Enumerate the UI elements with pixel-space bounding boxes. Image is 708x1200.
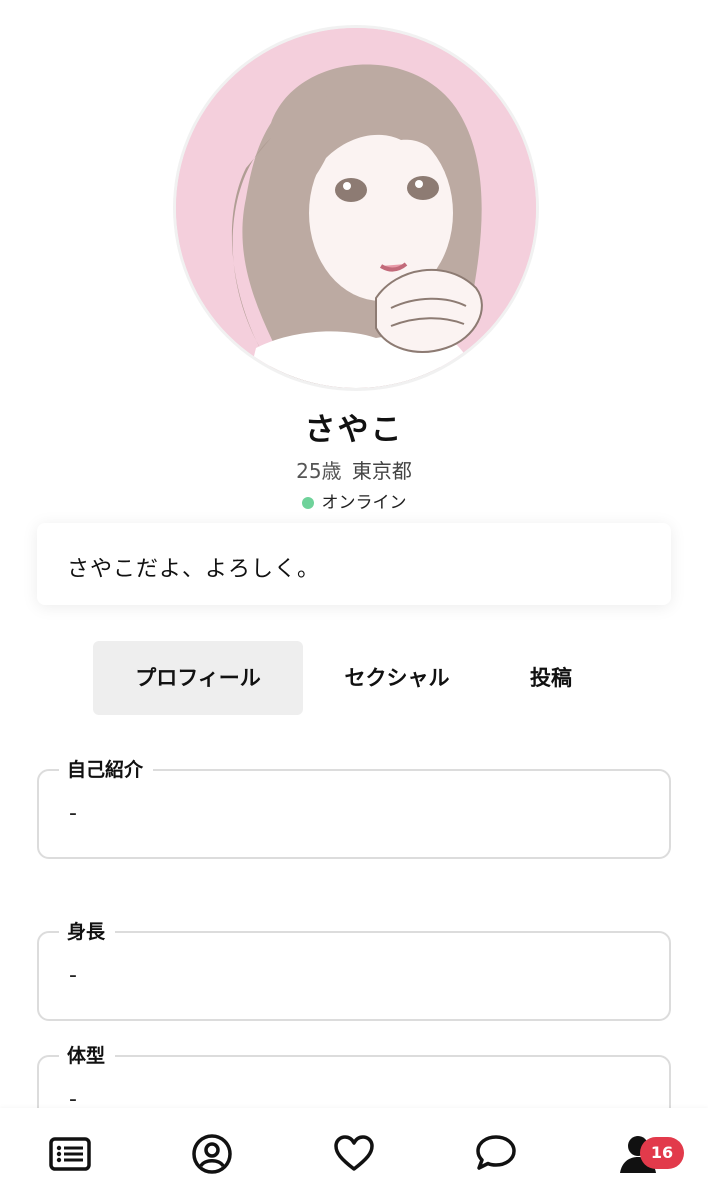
field-self-intro: 自己紹介 - [37, 755, 671, 859]
online-status: オンライン [0, 488, 708, 513]
field-height: 身長 - [37, 917, 671, 1021]
profile-age: 25歳 [296, 459, 342, 483]
nav-account[interactable] [188, 1130, 236, 1178]
bio-card: さやこだよ、よろしく。 [37, 523, 671, 605]
tab-posts[interactable]: 投稿 [491, 641, 611, 715]
field-label: 体型 [59, 1041, 116, 1068]
user-circle-icon [192, 1134, 232, 1174]
chat-bubble-icon [476, 1135, 516, 1170]
bio-text: さやこだよ、よろしく。 [67, 557, 321, 582]
field-label: 自己紹介 [59, 755, 154, 782]
heart-icon [334, 1135, 374, 1171]
bottom-nav [0, 1108, 708, 1200]
avatar-illustration [176, 28, 536, 388]
notification-badge: 16 [640, 1137, 684, 1169]
list-icon [49, 1137, 91, 1171]
profile-tabs: プロフィール セクシャル 投稿 [93, 641, 653, 715]
field-value: - [69, 801, 77, 826]
profile-avatar[interactable] [176, 28, 536, 388]
online-dot-icon [301, 497, 314, 509]
online-status-label: オンライン [321, 493, 407, 513]
profile-location: 東京都 [351, 459, 412, 483]
field-label: 身長 [59, 917, 116, 944]
nav-messages[interactable] [472, 1130, 520, 1178]
profile-name: さやこ [304, 412, 404, 448]
tab-sexual[interactable]: セクシャル [313, 641, 481, 715]
nav-list[interactable] [46, 1130, 94, 1178]
field-value: - [69, 963, 77, 988]
profile-meta: 25歳 東京都 [0, 455, 708, 484]
tab-profile[interactable]: プロフィール [93, 641, 303, 715]
nav-likes[interactable] [330, 1130, 378, 1178]
